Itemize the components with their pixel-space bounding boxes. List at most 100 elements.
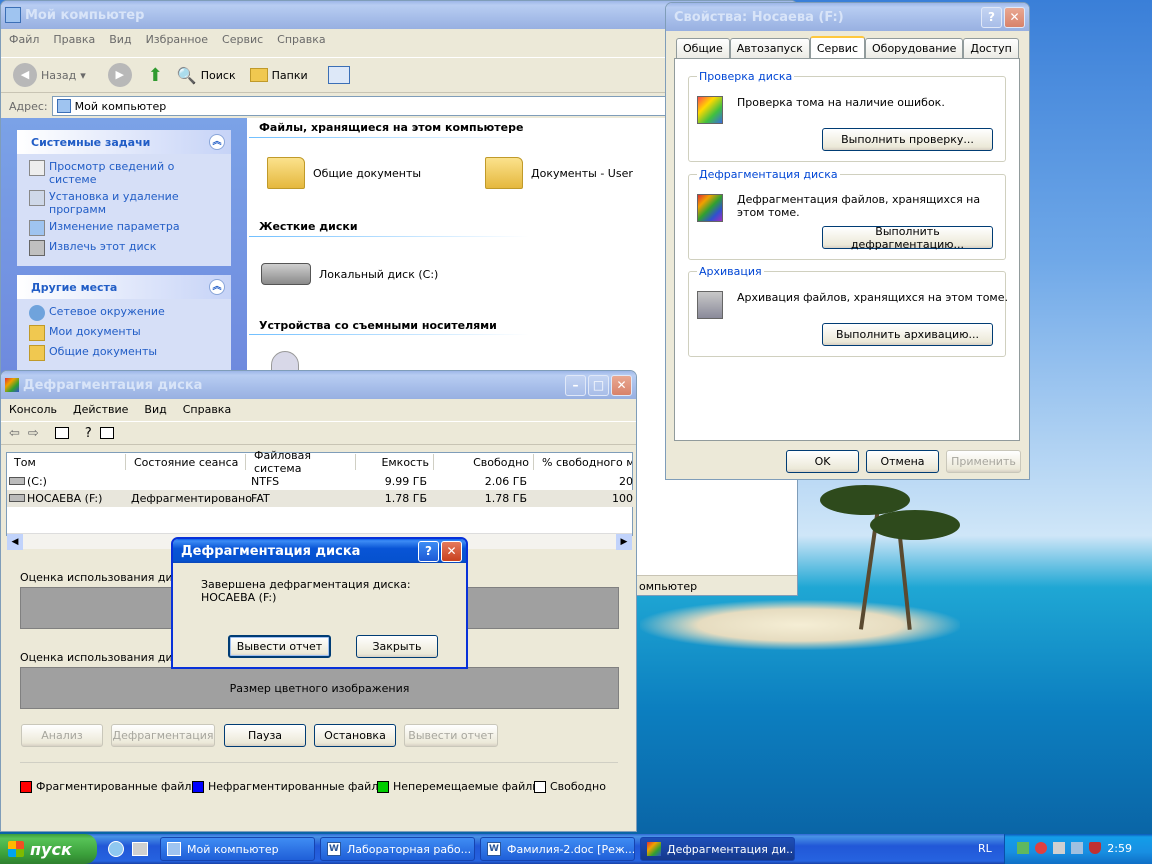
column-file-system[interactable]: Файловая система <box>248 449 356 475</box>
column-percent-free[interactable]: % свободного ме <box>536 454 632 470</box>
collapse-chevron-icon[interactable]: ︽ <box>209 134 225 150</box>
back-button[interactable]: ◀ Назад ▾ <box>13 63 86 87</box>
maximize-button[interactable]: □ <box>588 374 609 396</box>
search-button[interactable]: 🔍 Поиск <box>177 66 236 85</box>
stop-button[interactable]: Остановка <box>314 724 396 747</box>
help-button[interactable]: ? <box>981 6 1002 28</box>
info-icon <box>29 160 45 176</box>
task-change-setting[interactable]: Изменение параметра <box>29 220 223 236</box>
local-disk-item[interactable]: Локальный диск (C:) <box>261 263 438 285</box>
place-label: Сетевое окружение <box>49 305 165 318</box>
other-places-header[interactable]: Другие места ︽ <box>17 275 231 299</box>
task-add-remove-programs[interactable]: Установка и удаление программ <box>29 190 223 216</box>
view-report-button[interactable]: Вывести отчет <box>404 724 498 747</box>
cancel-button[interactable]: Отмена <box>866 450 939 473</box>
back-arrow-icon[interactable]: ⇦ <box>9 426 20 441</box>
ok-button[interactable]: OK <box>786 450 859 473</box>
analyze-button[interactable]: Анализ <box>21 724 103 747</box>
view-report-dialog-button[interactable]: Вывести отчет <box>228 635 331 658</box>
minimize-button[interactable]: – <box>565 374 586 396</box>
help-button[interactable]: ? <box>418 540 439 562</box>
system-tasks-header[interactable]: Системные задачи ︽ <box>17 130 231 154</box>
task-my-computer[interactable]: Мой компьютер <box>160 837 315 861</box>
tab-autoplay[interactable]: Автозапуск <box>729 38 810 58</box>
group-label: Проверка диска <box>697 70 795 83</box>
scroll-left-icon[interactable]: ◀ <box>7 534 23 550</box>
forward-arrow-icon[interactable]: ▶ <box>107 63 132 87</box>
user-documents-item[interactable]: Документы - User <box>485 157 633 189</box>
place-shared-documents[interactable]: Общие документы <box>29 345 223 361</box>
folders-icon <box>249 68 268 82</box>
help-topic-icon[interactable]: ? <box>85 426 92 441</box>
defragment-button[interactable]: Дефрагментация <box>111 724 215 747</box>
place-my-documents[interactable]: Мои документы <box>29 325 223 341</box>
forward-arrow-icon[interactable]: ⇨ <box>28 426 39 441</box>
quicklaunch-ie-icon[interactable] <box>108 841 124 857</box>
menu-file[interactable]: Файл <box>9 33 39 46</box>
volume-row[interactable]: НОСАЕВА (F:) Дефрагментировано FAT 1.78 … <box>7 490 633 507</box>
menu-help[interactable]: Справка <box>277 33 325 46</box>
tray-volume-icon[interactable] <box>1053 842 1065 854</box>
file-system: NTFS <box>251 475 280 488</box>
column-session-state[interactable]: Состояние сеанса <box>128 454 246 470</box>
task-lab-work[interactable]: W Лабораторная рабо... <box>320 837 475 861</box>
run-defrag-button[interactable]: Выполнить дефрагментацию... <box>822 225 993 251</box>
close-button[interactable]: ✕ <box>1004 6 1025 28</box>
task-eject-disk[interactable]: Извлечь этот диск <box>29 240 223 256</box>
column-volume[interactable]: Том <box>8 454 126 470</box>
shared-documents-item[interactable]: Общие документы <box>267 157 421 189</box>
close-dialog-button[interactable]: Закрыть <box>356 635 438 658</box>
network-icon <box>29 305 45 321</box>
defrag-app-icon <box>647 842 661 856</box>
menu-view[interactable]: Вид <box>109 33 131 46</box>
address-value: Мой компьютер <box>74 99 167 113</box>
menu-view[interactable]: Вид <box>144 403 166 416</box>
legend-free: Свободно <box>534 780 606 793</box>
tray-security-icon[interactable] <box>1035 842 1047 854</box>
task-surname-doc[interactable]: W Фамилия-2.doc [Реж... <box>480 837 635 861</box>
folders-button[interactable]: Папки <box>249 68 308 82</box>
defrag-icon <box>697 194 723 222</box>
place-network[interactable]: Сетевое окружение <box>29 305 223 321</box>
menu-favorites[interactable]: Избранное <box>146 33 208 46</box>
run-check-button[interactable]: Выполнить проверку... <box>822 128 993 151</box>
tab-general[interactable]: Общие <box>676 38 730 58</box>
blue-swatch-icon <box>192 780 204 793</box>
menu-action[interactable]: Действие <box>73 403 128 416</box>
menu-console[interactable]: Консоль <box>9 403 57 416</box>
menu-help[interactable]: Справка <box>183 403 231 416</box>
run-backup-button[interactable]: Выполнить архивацию... <box>822 323 993 346</box>
place-label: Мои документы <box>49 325 141 338</box>
language-indicator[interactable]: RL <box>978 842 992 855</box>
close-button[interactable]: ✕ <box>611 374 632 396</box>
views-icon[interactable] <box>327 66 350 84</box>
menu-tools[interactable]: Сервис <box>222 33 263 46</box>
show-tree-icon[interactable] <box>54 427 69 439</box>
apply-button[interactable]: Применить <box>946 450 1021 473</box>
start-button[interactable]: пуск <box>0 834 97 864</box>
volume-row[interactable]: (C:) NTFS 9.99 ГБ 2.06 ГБ 20 <box>7 473 633 490</box>
column-capacity[interactable]: Емкость <box>358 454 434 470</box>
tab-tools[interactable]: Сервис <box>809 36 865 58</box>
quicklaunch-desktop-icon[interactable] <box>132 842 148 856</box>
tray-network-icon[interactable] <box>1017 842 1029 854</box>
capacity: 1.78 ГБ <box>384 492 427 505</box>
scroll-right-icon[interactable]: ▶ <box>616 534 632 550</box>
title-bar[interactable]: Свойства: Носаева (F:) ? ✕ <box>666 3 1029 31</box>
up-folder-icon[interactable]: ⬆ <box>148 65 163 86</box>
tab-sharing[interactable]: Доступ <box>963 38 1019 58</box>
collapse-chevron-icon[interactable]: ︽ <box>209 279 225 295</box>
column-free[interactable]: Свободно <box>436 454 534 470</box>
task-view-system-info[interactable]: Просмотр сведений о системе <box>29 160 223 186</box>
task-defrag[interactable]: Дефрагментация ди... <box>640 837 795 861</box>
volume-name: НОСАЕВА (F:) <box>27 492 103 505</box>
title-bar[interactable]: Дефрагментация диска ? ✕ <box>173 539 466 563</box>
tray-shield-icon[interactable] <box>1089 842 1101 854</box>
menu-edit[interactable]: Правка <box>53 33 95 46</box>
tray-antivirus-icon[interactable] <box>1071 842 1083 854</box>
close-button[interactable]: ✕ <box>441 540 462 562</box>
title-bar[interactable]: Дефрагментация диска – □ ✕ <box>1 371 636 399</box>
tab-hardware[interactable]: Оборудование <box>865 38 964 58</box>
pause-button[interactable]: Пауза <box>224 724 306 747</box>
action-pane-icon[interactable] <box>99 427 114 439</box>
